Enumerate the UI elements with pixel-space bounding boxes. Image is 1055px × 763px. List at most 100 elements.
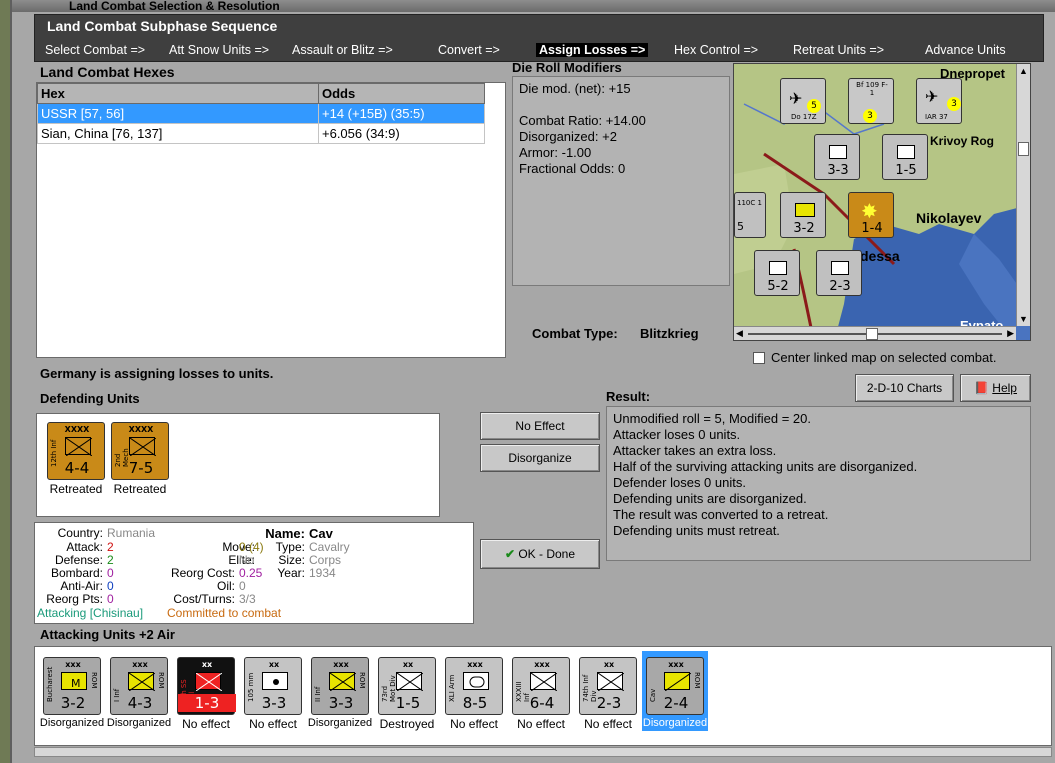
attacking-unit-counter[interactable]: xxx Cav ROM 2-4 xyxy=(646,657,704,715)
attacking-unit-counter[interactable]: xxx I Inf ROM 4-3 xyxy=(110,657,168,715)
modifiers-panel: Die mod. (net): +15 Combat Ratio: +14.00… xyxy=(512,76,730,286)
col-odds-header[interactable]: Odds xyxy=(318,83,485,104)
unit-stat: 5 xyxy=(737,220,744,233)
unit-status: Disorganized xyxy=(642,717,708,729)
step-att-snow-units: Att Snow Units => xyxy=(169,43,270,57)
map-unit[interactable]: 5-2 xyxy=(754,250,800,296)
unit-status: Retreated xyxy=(113,482,167,496)
map-horizontal-scrollbar[interactable]: ◀ ▶ xyxy=(734,326,1016,340)
help-book-icon: 📕 xyxy=(974,381,989,395)
ok-done-button[interactable]: ✔ OK - Done xyxy=(480,539,600,569)
attacking-units-scrollbar[interactable] xyxy=(34,747,1052,757)
help-button[interactable]: 📕 Help xyxy=(960,374,1031,402)
table-row[interactable]: USSR [57, 56] +14 (+15B) (35:5) xyxy=(37,103,485,124)
map-air-unit[interactable]: Bf 109 F-1 3 xyxy=(848,78,894,124)
step-assault-or-blitz: Assault or Blitz => xyxy=(292,43,393,57)
map-unit[interactable]: 110C 1 5 xyxy=(734,192,766,238)
scroll-thumb[interactable] xyxy=(866,328,878,340)
subphase-title: Land Combat Subphase Sequence xyxy=(47,18,278,34)
attacking-unit-counter[interactable]: xx 74th Inf Div 2-3 xyxy=(579,657,637,715)
map-unit[interactable]: 2-3 xyxy=(816,250,862,296)
unit-status: No effect xyxy=(450,717,498,731)
result-title: Result: xyxy=(606,389,651,404)
size-label: Size: xyxy=(278,553,305,567)
window-title: Land Combat Selection & Resolution xyxy=(12,0,1055,12)
scroll-down-icon[interactable]: ▼ xyxy=(1019,314,1028,324)
no-effect-button[interactable]: No Effect xyxy=(480,412,600,440)
cost-turns-label: Cost/Turns: xyxy=(173,592,235,606)
artillery-symbol xyxy=(829,145,847,159)
map-unit-in-combat[interactable]: ✸ 1-4 xyxy=(848,192,894,238)
attacking-unit-counter[interactable]: xxx Bucharest ROM M 3-2 xyxy=(43,657,101,715)
combat-type-value: Blitzkrieg xyxy=(640,326,699,341)
ginf-symbol xyxy=(597,672,624,691)
center-map-checkbox[interactable] xyxy=(753,352,765,364)
unit-status: Disorganized xyxy=(39,717,105,729)
scroll-thumb[interactable] xyxy=(1018,142,1029,156)
map-unit[interactable]: 1-5 xyxy=(882,134,928,180)
defending-unit-counter[interactable]: XXXX 2nd Mech 7-5 xyxy=(111,422,169,480)
map-unit[interactable]: 3-2 xyxy=(780,192,826,238)
size-value: Corps xyxy=(309,553,342,567)
map-unit[interactable]: 3-3 xyxy=(814,134,860,180)
map-vertical-scrollbar[interactable]: ▲ ▼ xyxy=(1016,64,1030,326)
unit-status: Destroyed xyxy=(379,717,435,731)
mot-symbol xyxy=(396,672,423,691)
odds-cell: +14 (+15B) (35:5) xyxy=(318,103,485,124)
step-select-combat: Select Combat => xyxy=(45,43,146,57)
air-name: Bf 109 F-1 xyxy=(856,81,888,97)
reorg-cost-label: Reorg Cost: xyxy=(170,566,235,580)
cost-turns-value: 3/3 xyxy=(239,592,256,606)
bombard-label: Bombard: xyxy=(50,566,103,580)
charts-button[interactable]: 2-D-10 Charts xyxy=(855,374,954,402)
hex-cell: USSR [57, 56] xyxy=(37,103,319,124)
attacking-unit-counter[interactable]: xxx II Inf ROM 3-3 xyxy=(311,657,369,715)
plane-icon: ✈ xyxy=(789,89,803,108)
unit-size: xxx xyxy=(132,660,148,669)
col-hex-header[interactable]: Hex xyxy=(37,83,319,104)
unit-status: Disorganized xyxy=(106,717,172,729)
attacking-unit-counter[interactable]: xx4th SS Pol1-3 xyxy=(177,657,236,715)
unit-status: No effect xyxy=(249,717,297,731)
attacking-units-panel: xxx Bucharest ROM M 3-2 Disorganized xxx I Inf R… xyxy=(34,646,1052,746)
scroll-right-icon[interactable]: ▶ xyxy=(1007,328,1014,339)
unit-size: xx xyxy=(402,660,414,669)
map-air-unit[interactable]: ✈ 5 Do 17Z xyxy=(780,78,826,124)
result-line: Attacker loses 0 units. xyxy=(613,427,741,442)
hexes-table-panel: Hex Odds USSR [57, 56] +14 (+15B) (35:5)… xyxy=(36,82,506,358)
explosion-icon: ✸ xyxy=(861,199,878,223)
unit-stat: 2-3 xyxy=(596,694,622,712)
table-row[interactable]: Sian, China [76, 137] +6.056 (34:9) xyxy=(37,123,485,144)
antiair-label: Anti-Air: xyxy=(60,579,103,593)
oil-value: 0 xyxy=(239,579,246,593)
unit-stat: 8-5 xyxy=(462,694,488,712)
mech-symbol xyxy=(129,437,156,456)
scroll-up-icon[interactable]: ▲ xyxy=(1019,66,1028,76)
unit-size: xx xyxy=(268,660,280,669)
scroll-left-icon[interactable]: ◀ xyxy=(736,328,743,339)
air-value: 3 xyxy=(863,109,877,123)
linked-map[interactable]: Dnepropet Krivoy Rog Nikolayev dessa Evp… xyxy=(733,63,1031,341)
ok-done-label: OK - Done xyxy=(518,547,576,561)
attack-label: Attack: xyxy=(66,540,103,554)
disorganize-button[interactable]: Disorganize xyxy=(480,444,600,472)
inf-symbol xyxy=(128,672,155,691)
map-air-unit[interactable]: ✈ 3 IAR 37 xyxy=(916,78,962,124)
combat-type-label: Combat Type: xyxy=(532,326,618,341)
reorg-pts-label: Reorg Pts: xyxy=(46,592,103,606)
attacking-unit-counter[interactable]: xx 73rd Mot Div 1-5 xyxy=(378,657,436,715)
motorized-infantry-symbol xyxy=(897,145,915,159)
unit-stat: 1-3 xyxy=(178,694,236,712)
attacking-title: Attacking Units +2 Air xyxy=(40,627,175,642)
unit-size: xx xyxy=(603,660,615,669)
mtn-symbol: M xyxy=(61,672,87,690)
unit-stat: 1-5 xyxy=(395,694,421,712)
result-line: The result was converted to a retreat. xyxy=(613,507,829,522)
checkmark-icon: ✔ xyxy=(504,547,515,561)
attacking-unit-counter[interactable]: xxx XXXIII Inf 6-4 xyxy=(512,657,570,715)
attacking-unit-counter[interactable]: xx 105 mm 3-3 xyxy=(244,657,302,715)
attacking-unit-counter[interactable]: xxx XLI Arm 8-5 xyxy=(445,657,503,715)
type-label: Type: xyxy=(275,540,305,554)
defending-unit-counter[interactable]: XXXX 12th Inf 4-4 xyxy=(47,422,105,480)
defending-title: Defending Units xyxy=(40,391,140,406)
